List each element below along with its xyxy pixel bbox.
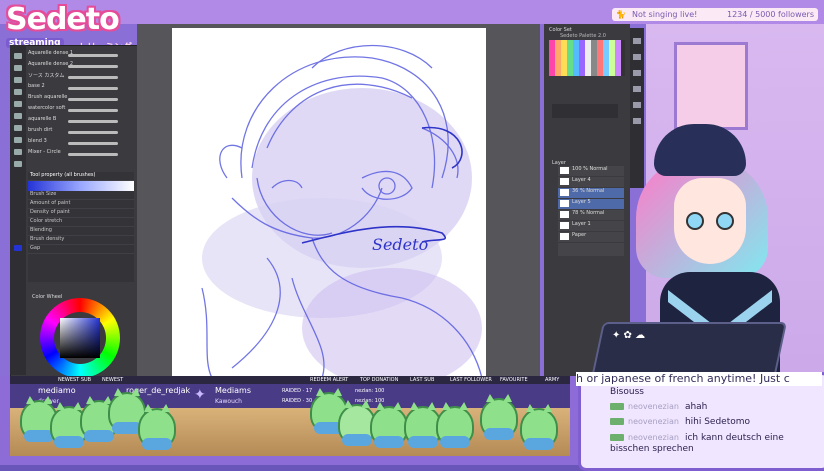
brush-item[interactable]: brush dirt bbox=[28, 127, 134, 138]
cat-mascot bbox=[370, 402, 408, 448]
select-tool-icon[interactable] bbox=[14, 89, 22, 95]
property-row[interactable]: Brush density bbox=[28, 236, 134, 245]
cat-mascot bbox=[138, 404, 176, 450]
brush-item[interactable]: Aquarelle dense 2 bbox=[28, 61, 134, 72]
brush-item[interactable]: Mixer - Circle bbox=[28, 149, 134, 160]
event-sub: Kawouch bbox=[215, 398, 242, 405]
navigator-icon[interactable] bbox=[633, 38, 641, 44]
property-row[interactable]: Brush Size bbox=[28, 191, 134, 200]
history-icon[interactable] bbox=[633, 54, 641, 60]
drawing-canvas[interactable]: Sedeto bbox=[172, 28, 486, 378]
settings-icon[interactable] bbox=[633, 118, 641, 124]
vtuber-face bbox=[674, 178, 746, 264]
event-name: mediamo bbox=[38, 386, 76, 395]
brush-item[interactable]: base 2 bbox=[28, 83, 134, 94]
brush-item[interactable]: blend 3 bbox=[28, 138, 134, 149]
color-panel-title: Color Wheel bbox=[32, 294, 63, 300]
tool-property-title: Tool property (all brushes) bbox=[28, 172, 134, 181]
property-row[interactable]: Gap bbox=[28, 245, 134, 254]
sparkle-icon: ✦ bbox=[194, 387, 206, 403]
brush-list: Aquarelle dense 1 Aquarelle dense 2 ソース … bbox=[28, 50, 134, 160]
layer-list: 100 % Normal Layer 4 36 % Normal Layer 5… bbox=[558, 166, 624, 256]
brush-item[interactable]: Brush aquarelle bbox=[28, 94, 134, 105]
sketch-artwork: Sedeto bbox=[201, 44, 483, 378]
property-row[interactable]: Density of paint bbox=[28, 209, 134, 218]
fill-tool-icon[interactable] bbox=[14, 113, 22, 119]
color-wheel[interactable] bbox=[40, 298, 120, 378]
eyedropper-tool-icon[interactable] bbox=[14, 161, 22, 167]
property-row[interactable]: Color stretch bbox=[28, 218, 134, 227]
layer-item-selected[interactable]: 36 % Normal bbox=[558, 188, 624, 199]
move-tool-icon[interactable] bbox=[14, 101, 22, 107]
chat-message: neovenezian ich kann deutsch eine bissche… bbox=[610, 433, 784, 454]
vtuber-right-eye bbox=[716, 212, 734, 230]
chat-badge-icon bbox=[610, 403, 624, 410]
tablet-stickers: ✦ ✿ ☁ bbox=[612, 330, 646, 341]
now-playing-bar: 🐈 Not singing live! 1234 / 5000 follower… bbox=[612, 8, 818, 21]
layer-item[interactable]: Layer 4 bbox=[558, 177, 624, 188]
blend-tool-icon[interactable] bbox=[14, 149, 22, 155]
eraser-tool-icon[interactable] bbox=[14, 77, 22, 83]
color-mode-selector[interactable] bbox=[552, 104, 618, 118]
follower-count: 1234 / 5000 followers bbox=[726, 10, 814, 19]
tool-property-panel: Tool property (all brushes) Brush Size A… bbox=[28, 172, 134, 282]
brush-item[interactable]: watercolor soft bbox=[28, 105, 134, 116]
chat-message: neovenezian ahah bbox=[610, 402, 707, 412]
material-icon[interactable] bbox=[633, 70, 641, 76]
property-row[interactable]: Blending bbox=[28, 227, 134, 236]
brush-item[interactable]: ソース カスタム bbox=[28, 72, 134, 83]
color-picker-square[interactable] bbox=[60, 318, 100, 358]
search-icon[interactable] bbox=[633, 102, 641, 108]
brush-item[interactable]: aquarelle B bbox=[28, 116, 134, 127]
gradient-tool-icon[interactable] bbox=[14, 125, 22, 131]
vtuber-left-eye bbox=[686, 212, 704, 230]
brush-tool-icon[interactable] bbox=[14, 65, 22, 71]
chat-message: neovenezian hihi Sedetomo bbox=[610, 417, 750, 427]
pen-tool-icon[interactable] bbox=[14, 53, 22, 59]
brush-item[interactable]: Aquarelle dense 1 bbox=[28, 50, 134, 61]
cat-mascot bbox=[436, 402, 474, 448]
event-name: Mediams bbox=[215, 386, 251, 395]
layer-item[interactable]: Layer 1 bbox=[558, 221, 624, 232]
property-row[interactable]: Amount of paint bbox=[28, 200, 134, 209]
chat-marquee: h or japanese of french anytime! Just c bbox=[576, 372, 822, 386]
channel-logo: Sedeto bbox=[6, 2, 120, 37]
text-tool-icon[interactable] bbox=[14, 137, 22, 143]
cat-mascot bbox=[480, 394, 518, 440]
chat-message: Bisouss bbox=[610, 387, 644, 397]
chat-badge-icon bbox=[610, 418, 624, 425]
chat-badge-icon bbox=[610, 434, 624, 441]
raid-label: RAIDED · 30 bbox=[282, 398, 313, 404]
canvas-signature: Sedeto bbox=[372, 235, 428, 254]
layer-property-icon[interactable] bbox=[633, 86, 641, 92]
wall-poster bbox=[674, 42, 748, 130]
cat-mascot bbox=[520, 404, 558, 450]
raid-value: nezian: 100 bbox=[355, 388, 385, 394]
layer-item[interactable]: Paper bbox=[558, 232, 624, 243]
alert-ticker: NEWEST SUB NEWEST REDEEM ALERT TOP DONAT… bbox=[10, 376, 570, 384]
color-palette[interactable] bbox=[549, 40, 625, 76]
layer-item[interactable]: 78 % Normal bbox=[558, 210, 624, 221]
brush-preview bbox=[28, 181, 134, 191]
panel-icon-column bbox=[630, 28, 644, 188]
raid-label: RAIDED · 17 bbox=[282, 388, 313, 394]
palette-name: Sedeto Palette 2.0 bbox=[560, 33, 606, 39]
tool-strip bbox=[10, 45, 26, 375]
layer-item-selected[interactable]: Layer 5 bbox=[558, 199, 624, 210]
main-color-swatch[interactable] bbox=[14, 245, 22, 251]
layer-item[interactable]: 100 % Normal bbox=[558, 166, 624, 177]
cat-icon: 🐈 bbox=[616, 10, 626, 19]
now-playing-text: Not singing live! bbox=[632, 10, 698, 19]
